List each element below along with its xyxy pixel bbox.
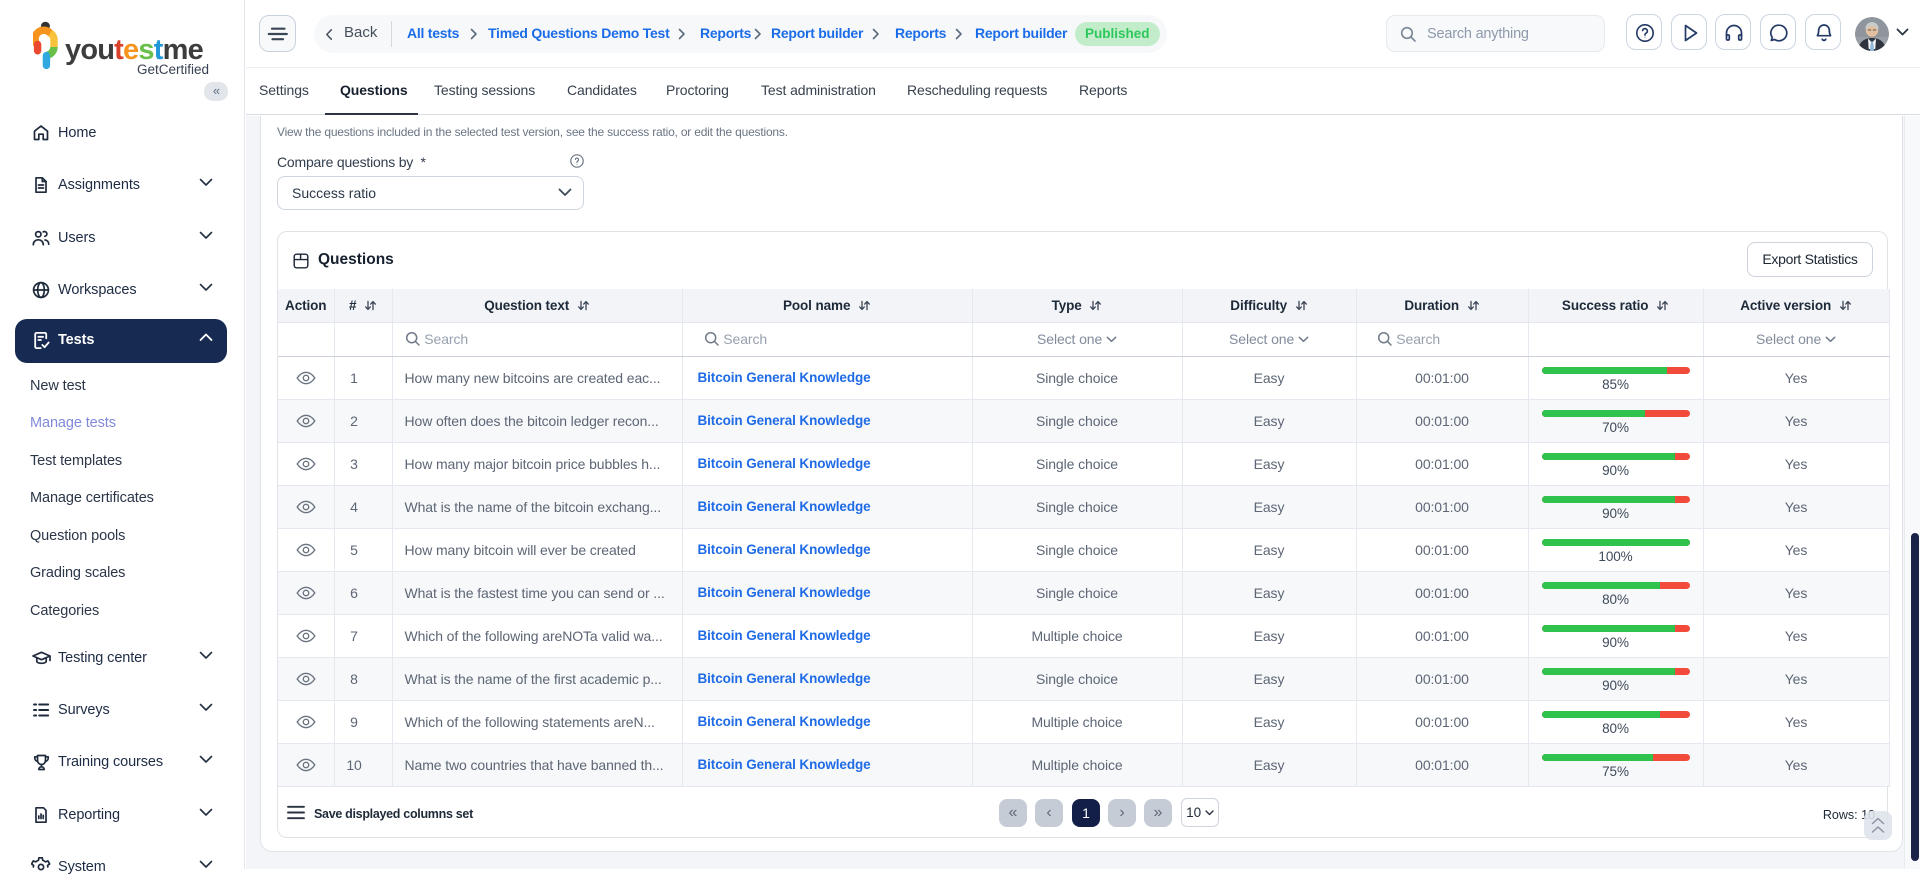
- svg-text:GetCertified: GetCertified: [137, 62, 209, 77]
